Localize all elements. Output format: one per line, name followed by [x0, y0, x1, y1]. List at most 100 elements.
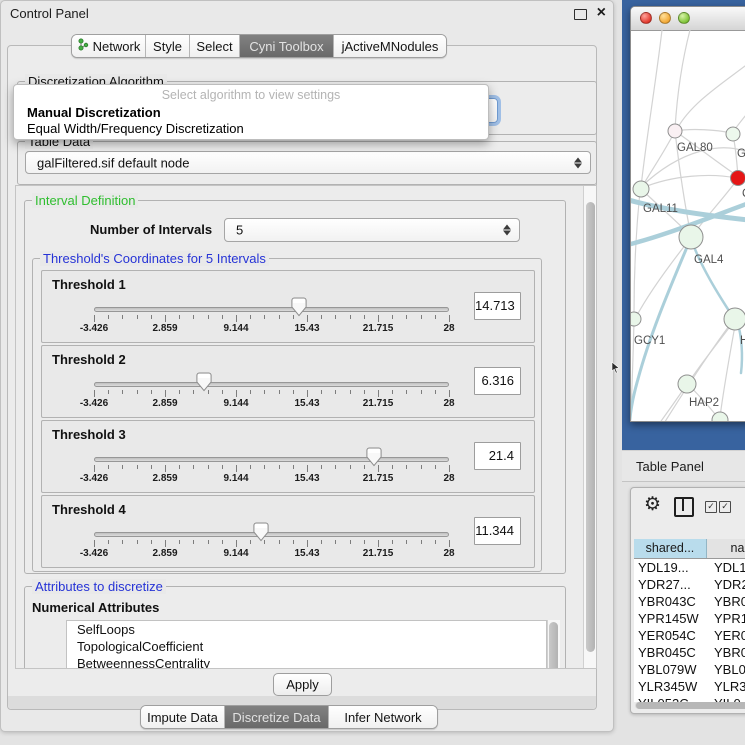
column-header-name[interactable]: na	[707, 539, 745, 558]
network-graph[interactable]: GAL80GCGAL11GAL4GCY1HHAP2	[631, 30, 745, 421]
slider-tick	[222, 465, 223, 469]
cell-name[interactable]: YDL1	[708, 559, 745, 576]
table-row[interactable]: YPR145WYPR1	[634, 610, 745, 627]
cell-name[interactable]: YBR0	[708, 644, 745, 661]
minimize-traffic-light-icon[interactable]	[659, 12, 671, 24]
network-icon	[77, 38, 89, 54]
number-of-intervals-value: 5	[236, 223, 243, 238]
tab-discretize-data[interactable]: Discretize Data	[225, 706, 329, 728]
desktop: Control Panel × NetworkStyleSelectCyni T…	[0, 0, 745, 745]
cell-name[interactable]: YIL0	[708, 695, 741, 702]
cell-shared-name[interactable]: YDL19...	[634, 559, 708, 576]
network-edge[interactable]	[638, 240, 690, 379]
network-node-top-right[interactable]	[726, 127, 740, 141]
slider-tick-label: 9.144	[206, 398, 266, 409]
threshold-value-field[interactable]: 6.316	[474, 367, 521, 395]
network-edge[interactable]	[634, 191, 640, 313]
network-edge[interactable]	[693, 180, 737, 235]
cell-name[interactable]: YBL0	[708, 661, 745, 678]
network-edge[interactable]	[691, 239, 733, 317]
cell-shared-name[interactable]: YER054C	[634, 627, 708, 644]
close-icon[interactable]: ×	[597, 3, 606, 23]
threshold-slider-track[interactable]	[94, 382, 449, 387]
popup-item-equal-width-frequency-discretization[interactable]: Equal Width/Frequency Discretization	[27, 121, 244, 136]
attribute-item-betweennesscentrality[interactable]: BetweennessCentrality	[67, 655, 546, 669]
threshold-slider-track[interactable]	[94, 532, 449, 537]
column-header-shared-name[interactable]: shared...	[634, 539, 707, 558]
split-columns-icon[interactable]	[674, 497, 694, 517]
cell-shared-name[interactable]: YPR145W	[634, 610, 708, 627]
threshold-slider-track[interactable]	[94, 307, 449, 312]
network-edge[interactable]	[677, 63, 745, 129]
table-row[interactable]: YDL19...YDL1	[634, 559, 745, 576]
cell-name[interactable]: YDR2	[708, 576, 745, 593]
table-row[interactable]: YBR045CYBR0	[634, 644, 745, 661]
network-window-titlebar[interactable]	[631, 7, 745, 31]
tab-impute-data[interactable]: Impute Data	[141, 706, 225, 728]
tab-infer-network[interactable]: Infer Network	[329, 706, 437, 728]
tab-cyni-toolbox[interactable]: Cyni Toolbox	[240, 35, 334, 57]
checkbox-icon[interactable]: ✓	[705, 501, 717, 513]
table-row[interactable]: YBL079WYBL0	[634, 661, 745, 678]
apply-button[interactable]: Apply	[273, 673, 332, 696]
threshold-slider-track[interactable]	[94, 457, 449, 462]
settings-scrollbar[interactable]	[583, 186, 597, 669]
network-node-h-node[interactable]	[724, 308, 745, 330]
cell-name[interactable]: YER0	[708, 627, 745, 644]
cell-shared-name[interactable]: YBL079W	[634, 661, 708, 678]
tab-style[interactable]: Style	[146, 35, 190, 57]
network-node-gal4[interactable]	[679, 225, 703, 249]
gear-icon[interactable]: ⚙	[644, 493, 661, 516]
cell-shared-name[interactable]: YBR045C	[634, 644, 708, 661]
attribute-item-topologicalcoefficient[interactable]: TopologicalCoefficient	[67, 638, 546, 655]
cell-shared-name[interactable]: YBR043C	[634, 593, 708, 610]
network-edge[interactable]	[642, 175, 736, 188]
threshold-value-field[interactable]: 14.713	[474, 292, 521, 320]
table-row[interactable]: YBR043CYBR0	[634, 593, 745, 610]
network-edge[interactable]	[675, 130, 732, 133]
numerical-attributes-list[interactable]: SelfLoopsTopologicalCoefficientBetweenne…	[66, 620, 547, 669]
network-node-red-node[interactable]	[731, 171, 745, 186]
cell-shared-name[interactable]: YIL052C	[634, 695, 708, 702]
network-view-window[interactable]: GAL80GCGAL11GAL4GCY1HHAP2	[630, 6, 745, 422]
slider-tick	[350, 390, 351, 394]
network-node-gcy1[interactable]	[631, 312, 641, 326]
tab-select[interactable]: Select	[190, 35, 240, 57]
tab-network[interactable]: Network	[72, 35, 146, 57]
network-node-gal80[interactable]	[668, 124, 682, 138]
table-horizontal-scrollbar[interactable]	[635, 702, 745, 709]
slider-tick-label: 2.859	[135, 398, 195, 409]
attributes-list-scrollbar[interactable]	[547, 620, 560, 669]
cell-name[interactable]: YLR3	[708, 678, 745, 695]
close-traffic-light-icon[interactable]	[640, 12, 652, 24]
cell-shared-name[interactable]: YLR345W	[634, 678, 708, 695]
zoom-traffic-light-icon[interactable]	[678, 12, 690, 24]
network-edge[interactable]	[641, 30, 662, 187]
slider-tick	[392, 540, 393, 544]
cell-name[interactable]: YPR1	[708, 610, 745, 627]
threshold-slider-thumb[interactable]	[196, 372, 212, 392]
float-window-icon[interactable]	[574, 9, 587, 20]
network-node-hap2[interactable]	[678, 375, 696, 393]
popup-item-manual-discretization[interactable]: Manual Discretization	[27, 105, 161, 120]
tab-jactivemnodules[interactable]: jActiveMNodules	[334, 35, 446, 57]
slider-tick	[406, 465, 407, 469]
table-row[interactable]: YLR345WYLR3	[634, 678, 745, 695]
slider-tick-label: 15.43	[277, 398, 337, 409]
number-of-intervals-combo[interactable]: 5	[224, 218, 520, 242]
threshold-slider-thumb[interactable]	[366, 447, 382, 467]
table-row[interactable]: YIL052CYIL0	[634, 695, 745, 702]
threshold-slider-thumb[interactable]	[253, 522, 269, 542]
threshold-value-field[interactable]: 11.344	[474, 517, 521, 545]
table-data-combo[interactable]: galFiltered.sif default node	[25, 151, 591, 174]
cell-name[interactable]: YBR0	[708, 593, 745, 610]
table-row[interactable]: YDR27...YDR2	[634, 576, 745, 593]
settings-scroll-viewport: Interval Definition Number of Intervals …	[15, 185, 597, 669]
cell-shared-name[interactable]: YDR27...	[634, 576, 708, 593]
network-node-gal11[interactable]	[633, 181, 649, 197]
threshold-value-field[interactable]: 21.4	[474, 442, 521, 470]
attribute-item-selfloops[interactable]: SelfLoops	[67, 621, 546, 638]
threshold-slider-thumb[interactable]	[291, 297, 307, 317]
table-row[interactable]: YER054CYER0	[634, 627, 745, 644]
checkbox-icon[interactable]: ✓	[719, 501, 731, 513]
